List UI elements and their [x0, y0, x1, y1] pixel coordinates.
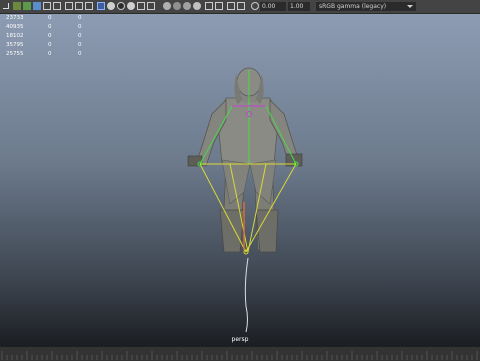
exposure-field[interactable]: 0.00	[260, 2, 286, 11]
safe-action-icon[interactable]	[183, 2, 191, 10]
pivot-line	[244, 257, 249, 333]
scale-icon[interactable]	[53, 2, 61, 10]
camera-icon[interactable]	[75, 2, 83, 10]
paint-icon[interactable]	[23, 2, 31, 10]
lasso-icon[interactable]	[13, 2, 21, 10]
camera-label: persp	[231, 336, 249, 343]
resolution-gate-icon[interactable]	[163, 2, 171, 10]
wireframe-icon[interactable]	[85, 2, 93, 10]
texture-icon[interactable]	[107, 2, 115, 10]
xray-icon[interactable]	[137, 2, 145, 10]
time-slider[interactable]	[0, 346, 480, 361]
move-icon[interactable]	[33, 2, 41, 10]
select-tool-icon[interactable]	[3, 3, 9, 9]
color-space-dropdown[interactable]: sRGB gamma (legacy)	[316, 2, 416, 11]
grid-icon[interactable]	[65, 2, 73, 10]
chevron-down-icon	[407, 5, 413, 8]
safe-title-icon[interactable]	[193, 2, 201, 10]
viewport-toolbar: 0.00 1.00 sRGB gamma (legacy)	[0, 0, 480, 14]
ambient-occlusion-icon[interactable]	[227, 2, 235, 10]
rotate-icon[interactable]	[43, 2, 51, 10]
film-gate-icon[interactable]	[173, 2, 181, 10]
color-space-label: sRGB gamma (legacy)	[319, 3, 387, 10]
antialias-icon[interactable]	[237, 2, 245, 10]
right-boot	[255, 209, 279, 253]
torso	[217, 97, 279, 165]
motion-blur-icon[interactable]	[215, 2, 223, 10]
exposure-icon	[251, 2, 259, 10]
gamma-field[interactable]: 1.00	[288, 2, 310, 11]
light-icon[interactable]	[117, 2, 125, 10]
perspective-viewport[interactable]: 23733 0 0 40935 0 0 18102 0 0 35795 0 0 25755 0 0	[0, 14, 480, 346]
isolate-icon[interactable]	[147, 2, 155, 10]
timeline-ticks	[1, 351, 478, 360]
shadow-icon[interactable]	[127, 2, 135, 10]
character-model[interactable]	[0, 14, 480, 346]
field-chart-icon[interactable]	[205, 2, 213, 10]
shaded-icon[interactable]	[97, 2, 105, 10]
